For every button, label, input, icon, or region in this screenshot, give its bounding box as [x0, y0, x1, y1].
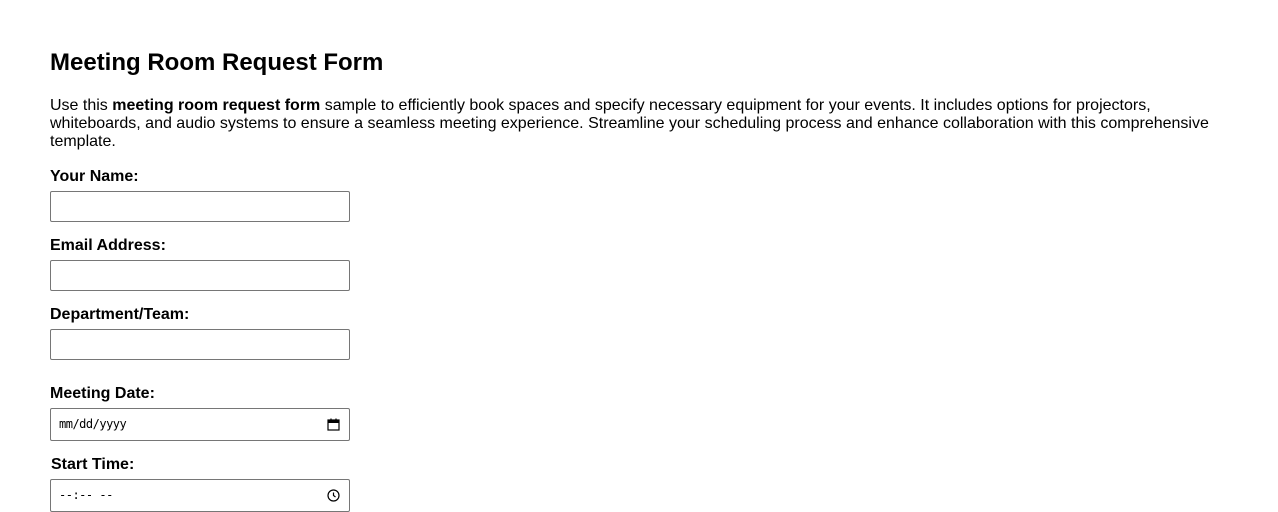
meeting-date-label: Meeting Date:	[50, 385, 155, 402]
time-placeholder: --:-- --	[59, 488, 113, 502]
form-intro: Use this meeting room request form sampl…	[50, 97, 1220, 151]
department-input[interactable]	[50, 329, 350, 360]
intro-text-start: Use this	[50, 97, 113, 114]
name-input[interactable]	[50, 191, 350, 222]
page-title: Meeting Room Request Form	[50, 49, 384, 76]
email-label: Email Address:	[50, 237, 166, 254]
start-time-input[interactable]: --:-- --	[50, 479, 350, 512]
clock-icon[interactable]	[327, 489, 340, 502]
date-placeholder: mm/dd/yyyy	[59, 417, 127, 431]
start-time-label: Start Time:	[51, 456, 135, 473]
name-label: Your Name:	[50, 168, 139, 185]
intro-text-bold: meeting room request form	[112, 97, 321, 114]
email-input[interactable]	[50, 260, 350, 291]
calendar-icon[interactable]	[327, 418, 340, 431]
meeting-date-input[interactable]: mm/dd/yyyy	[50, 408, 350, 441]
department-label: Department/Team:	[50, 306, 190, 323]
